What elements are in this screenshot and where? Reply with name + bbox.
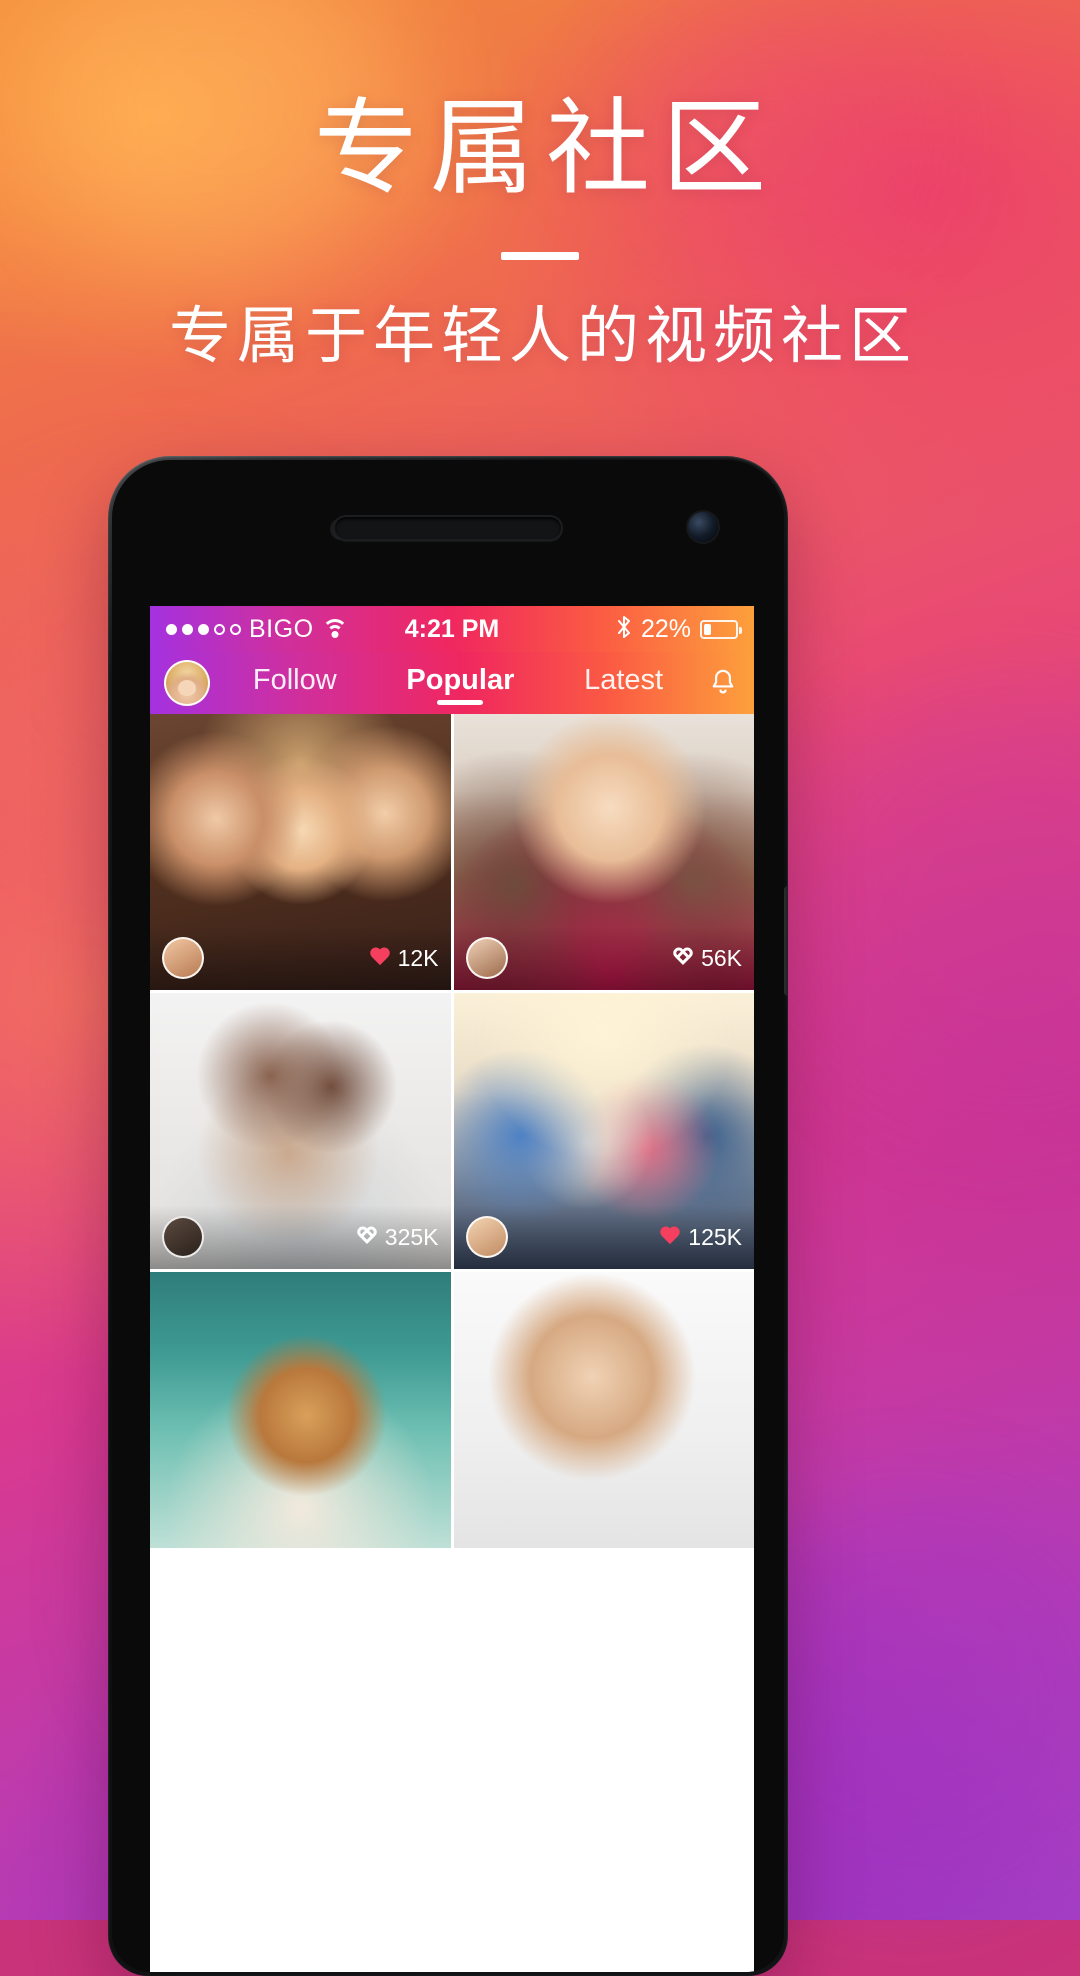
avatar[interactable]: [162, 937, 204, 979]
feed-cell[interactable]: [453, 1272, 754, 1548]
battery-percent-label: 22%: [640, 614, 691, 643]
feed-tabs: Follow Popular Latest: [210, 660, 706, 707]
feed-cell-meta: 325K: [150, 1205, 451, 1269]
signal-strength-icon: [166, 623, 241, 635]
raised-arm-post: [453, 1272, 754, 1548]
page-subtitle: 专属于年轻人的视频社区: [168, 299, 917, 373]
like-count: 12K: [369, 945, 439, 972]
heart-icon: [659, 1227, 681, 1247]
heart-icon: [369, 948, 391, 968]
power-button[interactable]: [784, 886, 788, 996]
signal-dot: [182, 623, 193, 635]
tab-latest[interactable]: Latest: [582, 660, 665, 707]
bell-icon[interactable]: [706, 668, 740, 698]
phone-body: BIGO 4:21 PM 22% Follow Popular Latest 1…: [112, 460, 784, 1972]
phone-screen: BIGO 4:21 PM 22% Follow Popular Latest 1…: [150, 606, 754, 1972]
phone-mockup: BIGO 4:21 PM 22% Follow Popular Latest 1…: [108, 456, 788, 1976]
lake-hat-post: [150, 1272, 451, 1548]
feed-cell[interactable]: 12K: [150, 714, 451, 990]
avatar[interactable]: [465, 937, 508, 979]
avatar[interactable]: [164, 660, 210, 706]
tab-popular[interactable]: Popular: [404, 660, 516, 707]
signal-dot: [198, 623, 209, 635]
feed-cell[interactable]: 125K: [453, 993, 754, 1269]
front-camera-icon: [688, 512, 718, 542]
avatar[interactable]: [465, 1216, 508, 1258]
avatar[interactable]: [162, 1216, 204, 1258]
status-bar-left: BIGO: [166, 615, 348, 644]
heart-icon: [672, 948, 694, 968]
title-divider: [501, 252, 579, 261]
feed-cell-meta: 12K: [150, 926, 451, 990]
feed-cell[interactable]: 56K: [453, 714, 754, 990]
like-count: 125K: [659, 1224, 742, 1251]
video-feed-grid: 12K 56K 325K 125K: [150, 714, 754, 1972]
wifi-icon: [321, 619, 348, 639]
feed-cell[interactable]: 325K: [150, 993, 451, 1269]
feed-cell-meta: 125K: [453, 1205, 754, 1269]
status-bar: BIGO 4:21 PM 22%: [150, 606, 754, 652]
bluetooth-icon: [616, 615, 632, 644]
page-title: 专属社区: [313, 87, 778, 209]
signal-dot: [230, 623, 241, 635]
battery-icon: [700, 619, 742, 639]
feed-cell-meta: 56K: [453, 926, 754, 990]
app-navbar: Follow Popular Latest: [150, 652, 754, 714]
like-count: 325K: [356, 1224, 439, 1251]
like-count-label: 125K: [688, 1223, 742, 1250]
earpiece-speaker-icon: [333, 515, 563, 541]
like-count-label: 56K: [701, 944, 742, 971]
tab-follow[interactable]: Follow: [251, 660, 339, 707]
status-bar-right: 22%: [616, 614, 742, 644]
like-count-label: 325K: [384, 1223, 439, 1250]
signal-dot: [166, 623, 177, 635]
like-count-label: 12K: [397, 944, 439, 971]
feed-cell[interactable]: [150, 1272, 451, 1548]
signal-dot: [214, 623, 225, 635]
heart-icon: [356, 1227, 378, 1247]
blob: [800, 700, 1080, 1120]
like-count: 56K: [672, 945, 742, 972]
carrier-label: BIGO: [249, 614, 314, 643]
poster-headline: 专属社区 专属于年轻人的视频社区: [0, 0, 1080, 372]
